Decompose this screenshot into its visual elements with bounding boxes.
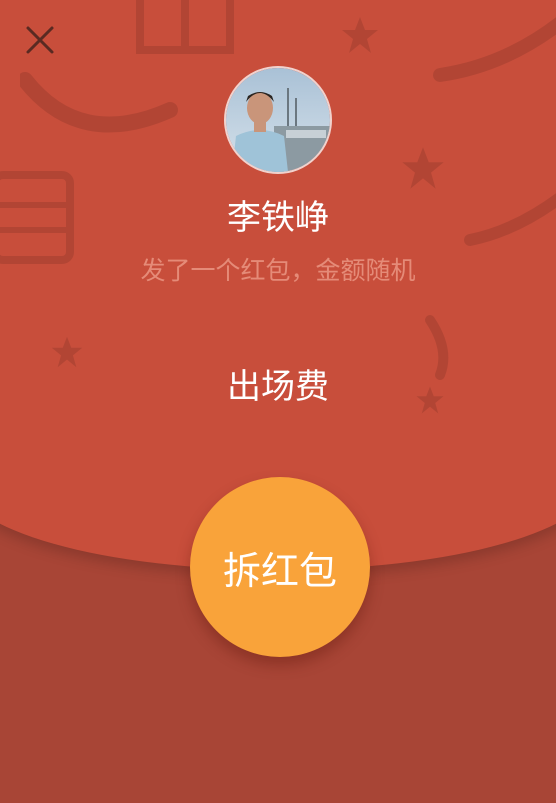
envelope-message: 出场费 bbox=[227, 367, 329, 407]
sender-name: 李铁峥 bbox=[227, 198, 329, 238]
star-decoration bbox=[340, 15, 380, 55]
gift-box-decoration bbox=[130, 0, 240, 60]
sender-avatar bbox=[224, 66, 332, 174]
ribbon-decoration bbox=[430, 5, 556, 95]
envelope-subtitle: 发了一个红包，金额随机 bbox=[140, 256, 416, 285]
ribbon-decoration bbox=[20, 60, 180, 150]
red-envelope-card: 李铁峥 发了一个红包，金额随机 出场费 拆红包 bbox=[0, 0, 556, 803]
star-decoration bbox=[400, 145, 446, 191]
close-button[interactable] bbox=[22, 22, 58, 58]
open-red-envelope-button[interactable]: 拆红包 bbox=[190, 477, 370, 657]
close-icon bbox=[26, 26, 54, 54]
